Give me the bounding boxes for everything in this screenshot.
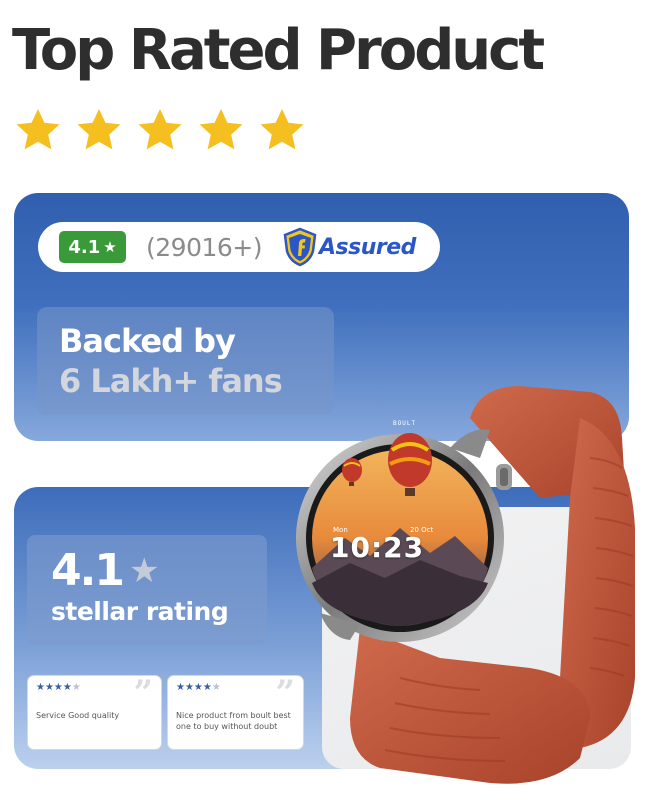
- stellar-rating-label: stellar rating: [51, 597, 229, 626]
- fans-line-1: Backed by: [59, 322, 236, 360]
- review-count: (29016+): [146, 232, 262, 262]
- smartwatch-image: [290, 378, 645, 798]
- star-icon: [138, 109, 182, 150]
- assured-badge: Assured: [282, 227, 416, 267]
- rating-badge-value: 4.1: [68, 236, 101, 258]
- review-text: Service Good quality: [36, 711, 120, 720]
- review-stars: ★★★★★: [176, 682, 221, 693]
- quote-icon: ”: [133, 673, 153, 713]
- assured-label: Assured: [318, 234, 416, 260]
- review-card: ★★★★★ ” Nice product from boult best one…: [167, 675, 304, 750]
- stellar-rating-value: 4.1: [51, 545, 125, 596]
- rating-badge: 4.1 ★: [59, 231, 126, 263]
- smartwatch-illustration: [296, 386, 635, 784]
- watch-time: 10:23: [330, 531, 425, 564]
- rating-pill: 4.1 ★ (29016+) Assured: [38, 222, 440, 272]
- star-icon: [77, 109, 121, 150]
- f-assured-shield-icon: [283, 227, 317, 267]
- star-icon: ★: [103, 238, 117, 256]
- star-icon: [260, 109, 304, 150]
- review-stars: ★★★★★: [36, 682, 81, 693]
- star-icon: ★: [128, 551, 160, 591]
- page-title: Top Rated Product: [12, 18, 545, 83]
- star-icon: [16, 109, 60, 150]
- watch-brand: BOULT: [393, 420, 417, 427]
- review-text: Nice product from boult best one to buy …: [176, 711, 291, 731]
- star-icon: [199, 109, 243, 150]
- rating-stars: [14, 106, 306, 154]
- stellar-rating-box: 4.1 ★ stellar rating: [27, 535, 267, 645]
- review-card: ★★★★★ ” Service Good quality: [27, 675, 162, 750]
